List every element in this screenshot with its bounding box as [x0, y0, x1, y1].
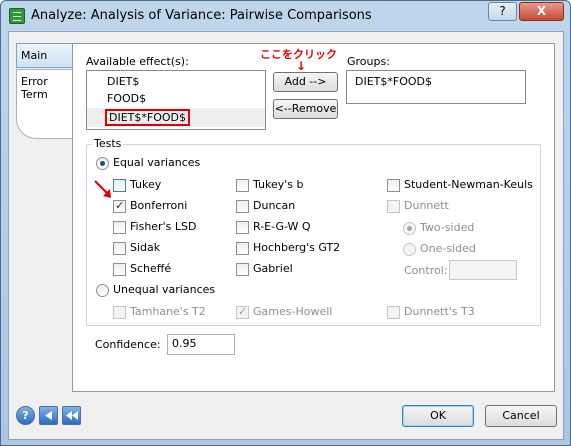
main-panel: Available effect(s): DIET$ FOOD$ DIET$*F… — [72, 43, 555, 392]
tamhane-t2-checkbox[interactable] — [113, 306, 126, 319]
dunnett-checkbox[interactable] — [387, 200, 400, 213]
remove-button[interactable]: <--Remove — [273, 99, 338, 119]
games-howell-label: Games-Howell — [253, 305, 333, 318]
one-sided-label: One-sided — [420, 242, 476, 255]
tab-main[interactable]: Main — [16, 43, 79, 68]
snk-label: Student-Newman-Keuls — [404, 178, 533, 191]
tukeys-b-label: Tukey's b — [253, 178, 304, 191]
confidence-label: Confidence: — [95, 338, 161, 351]
games-howell-checkbox[interactable] — [236, 305, 249, 319]
add-button[interactable]: Add --> — [273, 72, 338, 92]
window-title: Analyze: Analysis of Variance: Pairwise … — [31, 8, 372, 23]
gabriel-checkbox[interactable] — [236, 263, 249, 276]
tests-group: Tests Equal variances Tukey Bonferroni F… — [86, 137, 541, 326]
pointer-arrow-icon — [94, 180, 111, 198]
equal-variances-radio[interactable] — [96, 157, 109, 170]
confidence-input[interactable]: 0.95 — [167, 334, 235, 355]
tests-group-title: Tests — [92, 137, 124, 150]
tukey-label: Tukey — [130, 178, 162, 191]
close-button[interactable]: X — [519, 2, 564, 21]
bonferroni-checkbox[interactable] — [113, 199, 126, 213]
ok-button[interactable]: OK — [402, 405, 474, 427]
scheffe-checkbox[interactable] — [113, 263, 126, 276]
two-sided-radio[interactable] — [403, 222, 416, 235]
available-effects-label: Available effect(s): — [86, 55, 189, 68]
back-icon[interactable] — [39, 406, 58, 425]
effect-item-diet-food[interactable]: DIET$*FOOD$ — [105, 109, 190, 126]
unequal-variances-label: Unequal variances — [113, 283, 216, 296]
bonferroni-label: Bonferroni — [130, 199, 188, 212]
dialog-body: Main Error Term Available effect(s): DIE… — [8, 31, 564, 440]
tab-error-term[interactable]: Error Term — [16, 69, 79, 139]
available-effects-list[interactable]: DIET$ FOOD$ DIET$*FOOD$ — [86, 70, 266, 130]
effect-item-food[interactable]: FOOD$ — [107, 92, 146, 105]
gabriel-label: Gabriel — [253, 262, 293, 275]
help-icon[interactable]: ? — [16, 406, 35, 425]
sidak-checkbox[interactable] — [113, 242, 126, 255]
scheffe-label: Scheffé — [130, 262, 172, 275]
hochberg-gt2-label: Hochberg's GT2 — [253, 241, 341, 254]
control-label: Control: — [404, 264, 448, 277]
snk-checkbox[interactable] — [387, 179, 400, 192]
regwq-checkbox[interactable] — [236, 221, 249, 234]
annotation-arrow-icon: ↓ — [296, 59, 307, 73]
duncan-checkbox[interactable] — [236, 200, 249, 213]
table-icon — [9, 8, 25, 24]
rewind-icon[interactable] — [62, 406, 81, 425]
dunnett-label: Dunnett — [404, 199, 449, 212]
title-bar[interactable]: Analyze: Analysis of Variance: Pairwise … — [1, 1, 570, 31]
one-sided-radio[interactable] — [403, 243, 416, 256]
regwq-label: R-E-G-W Q — [253, 220, 311, 233]
sidak-label: Sidak — [130, 241, 161, 254]
duncan-label: Duncan — [253, 199, 296, 212]
fishers-lsd-label: Fisher's LSD — [130, 220, 197, 233]
hochberg-gt2-checkbox[interactable] — [236, 242, 249, 255]
tukey-checkbox[interactable] — [113, 179, 126, 192]
control-input[interactable] — [449, 260, 517, 280]
help-title-button[interactable]: ? — [488, 2, 517, 21]
effect-item-diet[interactable]: DIET$ — [107, 75, 139, 88]
two-sided-label: Two-sided — [420, 221, 475, 234]
dunnetts-t3-checkbox[interactable] — [387, 306, 400, 319]
dunnetts-t3-label: Dunnett's T3 — [404, 305, 475, 318]
fishers-lsd-checkbox[interactable] — [113, 221, 126, 234]
tukeys-b-checkbox[interactable] — [236, 179, 249, 192]
groups-label: Groups: — [347, 55, 390, 68]
equal-variances-label: Equal variances — [113, 156, 201, 169]
dialog-window: Analyze: Analysis of Variance: Pairwise … — [0, 0, 571, 446]
tamhane-t2-label: Tamhane's T2 — [130, 305, 206, 318]
group-item[interactable]: DIET$*FOOD$ — [355, 75, 432, 88]
cancel-button[interactable]: Cancel — [485, 405, 557, 427]
unequal-variances-radio[interactable] — [96, 284, 109, 297]
groups-list[interactable]: DIET$*FOOD$ — [346, 70, 526, 104]
